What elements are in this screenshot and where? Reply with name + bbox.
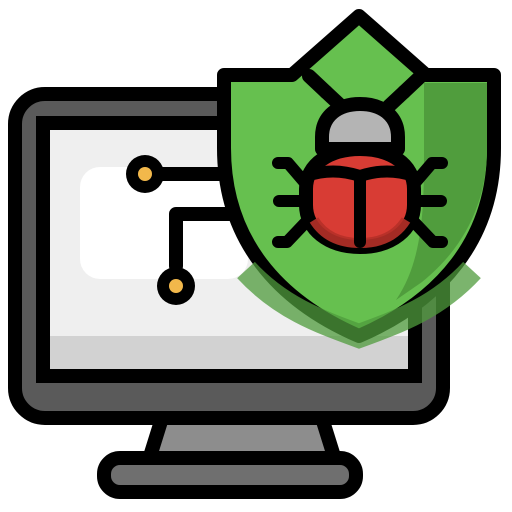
monitor-base: [97, 451, 363, 499]
monitor-stand: [97, 411, 363, 499]
icon-canvas: [0, 0, 512, 512]
antivirus-security-icon: [8, 9, 501, 499]
